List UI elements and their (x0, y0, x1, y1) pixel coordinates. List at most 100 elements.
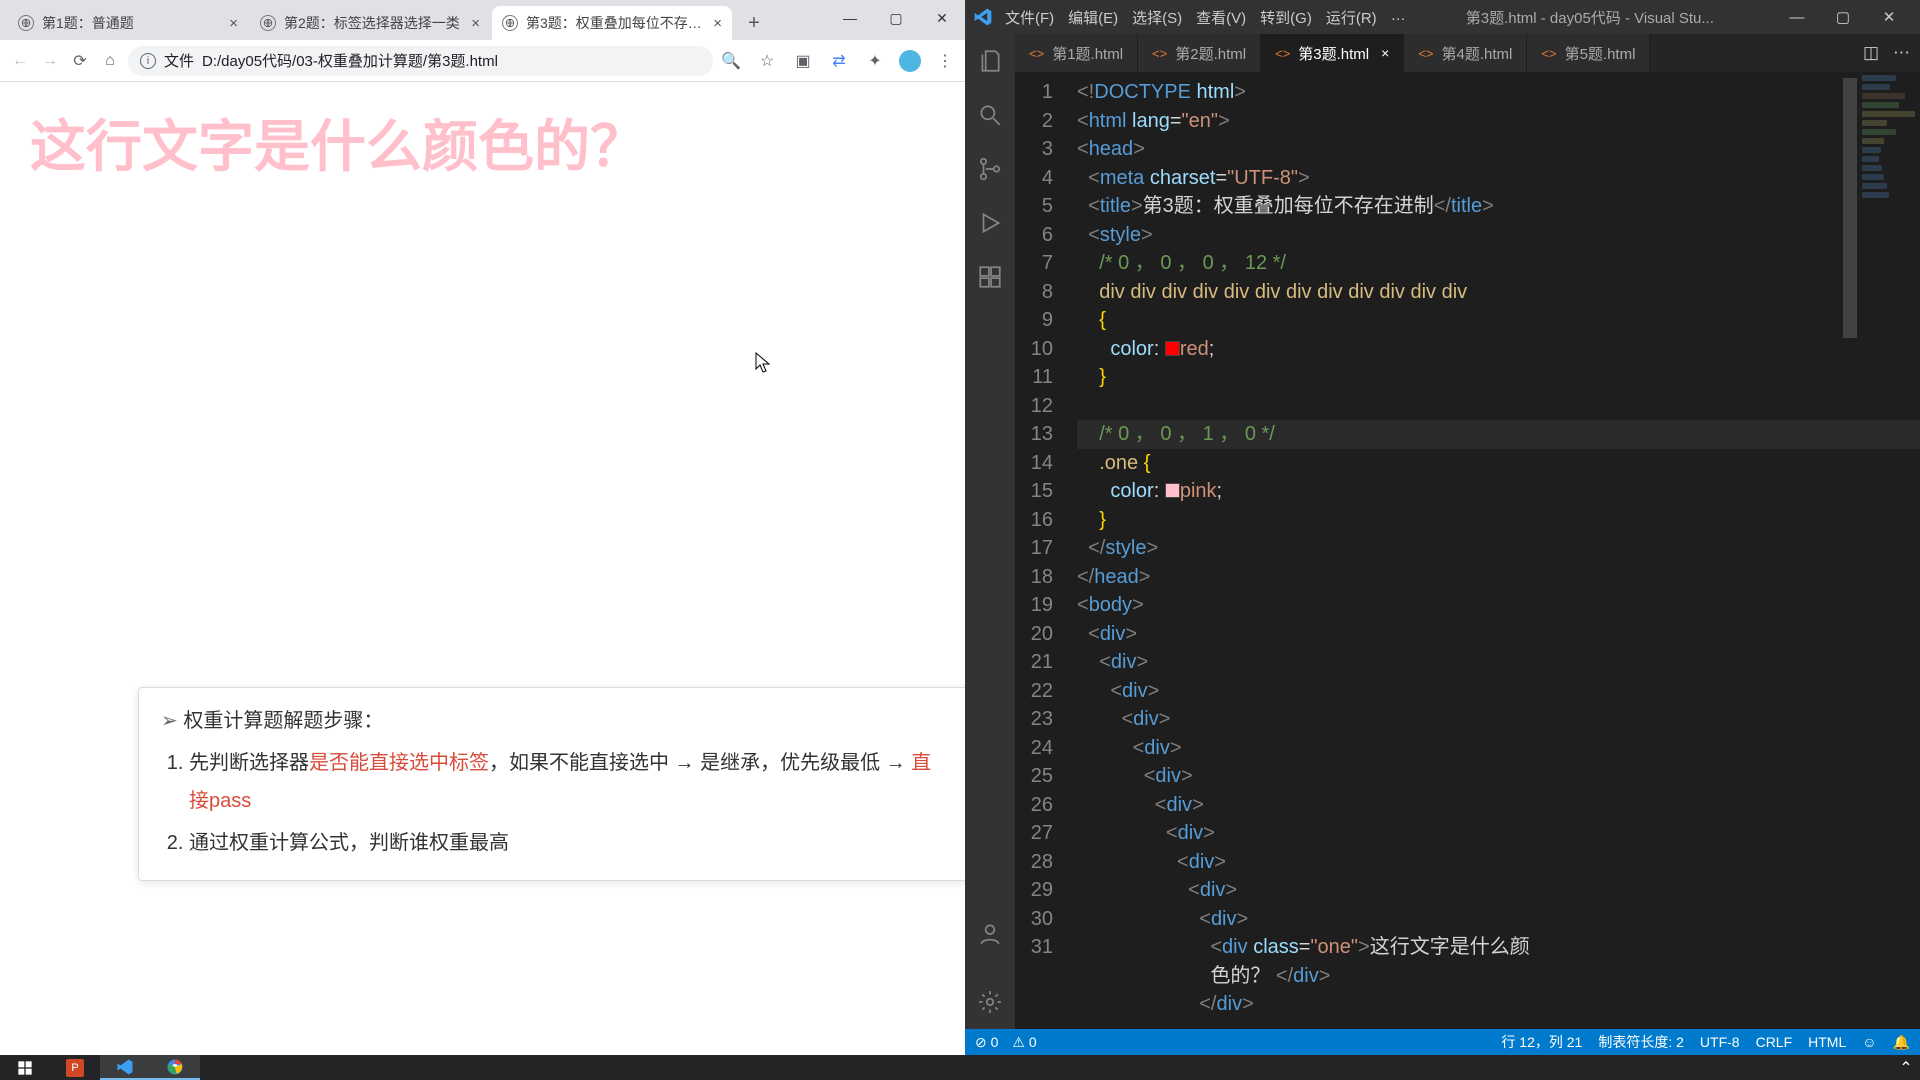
home-button[interactable]: ⌂ (98, 49, 122, 73)
close-button[interactable]: ✕ (1866, 0, 1912, 34)
globe-icon (18, 15, 34, 31)
html-file-icon: <> (1541, 46, 1556, 61)
toolbar-right: 🔍 ☆ ▣ ⇄ ✦ ⋮ (719, 49, 957, 73)
status-eol[interactable]: CRLF (1756, 1034, 1793, 1050)
chrome-window-controls: — ▢ ✕ (827, 0, 965, 40)
note-item-2: 通过权重计算公式，判断谁权重最高 (189, 824, 945, 862)
menu-run[interactable]: 运行(R) (1326, 7, 1377, 28)
profile-avatar[interactable] (899, 50, 921, 72)
vertical-scrollbar[interactable] (1843, 72, 1857, 1029)
status-language[interactable]: HTML (1808, 1034, 1846, 1050)
taskbar-powerpoint[interactable]: P (50, 1055, 100, 1080)
windows-taskbar: P ⌃ (0, 1055, 1920, 1080)
editor-tabs: <>第1题.html <>第2题.html <>第3题.html× <>第4题.… (1015, 34, 1920, 72)
editor-tab-3-active[interactable]: <>第3题.html× (1261, 34, 1404, 72)
maximize-button[interactable]: ▢ (1820, 0, 1866, 34)
gear-icon[interactable] (977, 989, 1003, 1015)
menu-file[interactable]: 文件(F) (1005, 7, 1054, 28)
address-text: D:/day05代码/03-权重叠加计算题/第3题.html (202, 50, 498, 71)
zoom-icon[interactable]: 🔍 (719, 49, 743, 73)
status-feedback-icon[interactable]: ☺ (1862, 1034, 1876, 1050)
activity-bar (965, 34, 1015, 1029)
close-icon[interactable]: × (713, 15, 722, 32)
editor-tab-2[interactable]: <>第2题.html (1138, 34, 1261, 72)
vscode-body: <>第1题.html <>第2题.html <>第3题.html× <>第4题.… (965, 34, 1920, 1029)
extensions-icon[interactable]: ✦ (863, 49, 887, 73)
html-file-icon: <> (1029, 46, 1044, 61)
note-title: 权重计算题解题步骤： (161, 702, 945, 740)
menu-selection[interactable]: 选择(S) (1132, 7, 1182, 28)
address-bar[interactable]: i 文件 D:/day05代码/03-权重叠加计算题/第3题.html (128, 46, 713, 76)
vscode-logo-icon (973, 7, 993, 27)
chrome-tab-1[interactable]: 第1题：普通题 × (8, 6, 248, 40)
close-icon[interactable]: × (1381, 45, 1389, 61)
code-editor[interactable]: 1234567891011121314151617181920212223242… (1015, 72, 1920, 1029)
chrome-toolbar: ← → ⟳ ⌂ i 文件 D:/day05代码/03-权重叠加计算题/第3题.h… (0, 40, 965, 82)
maximize-button[interactable]: ▢ (873, 0, 919, 36)
explorer-icon[interactable] (977, 48, 1003, 74)
forward-button[interactable]: → (38, 49, 62, 73)
vscode-window: 文件(F) 编辑(E) 选择(S) 查看(V) 转到(G) 运行(R) … 第3… (965, 0, 1920, 1055)
vscode-window-controls: — ▢ ✕ (1774, 0, 1912, 34)
status-bar: ⊘ 0 ⚠ 0 行 12，列 21 制表符长度: 2 UTF-8 CRLF HT… (965, 1029, 1920, 1055)
status-encoding[interactable]: UTF-8 (1700, 1034, 1740, 1050)
explanation-note: 权重计算题解题步骤： 先判断选择器是否能直接选中标签，如果不能直接选中 → 是继… (138, 687, 968, 881)
info-icon: i (140, 53, 156, 69)
menu-icon[interactable]: ⋮ (933, 49, 957, 73)
editor-area: <>第1题.html <>第2题.html <>第3题.html× <>第4题.… (1015, 34, 1920, 1029)
run-debug-icon[interactable] (977, 210, 1003, 236)
show-hidden-icons[interactable]: ⌃ (1898, 1060, 1914, 1076)
start-button[interactable] (0, 1055, 50, 1080)
camera-icon[interactable]: ▣ (791, 49, 815, 73)
html-file-icon: <> (1418, 46, 1433, 61)
minimap[interactable] (1858, 72, 1920, 292)
source-control-icon[interactable] (977, 156, 1003, 182)
editor-tab-1[interactable]: <>第1题.html (1015, 34, 1138, 72)
note-item-1: 先判断选择器是否能直接选中标签，如果不能直接选中 → 是继承，优先级最低 → 直… (189, 744, 945, 820)
menu-go[interactable]: 转到(G) (1260, 7, 1312, 28)
close-icon[interactable]: × (229, 15, 238, 32)
more-actions-icon[interactable]: ⋯ (1893, 43, 1910, 63)
star-icon[interactable]: ☆ (755, 49, 779, 73)
status-bell-icon[interactable]: 🔔 (1893, 1034, 1910, 1051)
status-warnings[interactable]: ⚠ 0 (1012, 1034, 1036, 1051)
account-icon[interactable] (977, 921, 1003, 947)
search-icon[interactable] (977, 102, 1003, 128)
editor-tab-4[interactable]: <>第4题.html (1404, 34, 1527, 72)
reload-button[interactable]: ⟳ (68, 49, 92, 73)
translate-icon[interactable]: ⇄ (827, 49, 851, 73)
chrome-tab-3-active[interactable]: 第3题：权重叠加每位不存在进制 × (492, 6, 732, 40)
html-file-icon: <> (1275, 46, 1290, 61)
globe-icon (502, 15, 518, 31)
taskbar-chrome[interactable] (150, 1055, 200, 1080)
taskbar-tray: ⌃ (1898, 1060, 1920, 1076)
address-prefix: 文件 (164, 50, 194, 71)
chrome-tabstrip: 第1题：普通题 × 第2题：标签选择器选择一类 × 第3题：权重叠加每位不存在进… (0, 0, 965, 40)
new-tab-button[interactable]: + (740, 9, 768, 37)
back-button[interactable]: ← (8, 49, 32, 73)
vscode-window-title: 第3题.html - day05代码 - Visual Stu... (1406, 7, 1774, 28)
status-errors[interactable]: ⊘ 0 (975, 1034, 998, 1051)
split-editor-icon[interactable]: ◫ (1863, 43, 1879, 63)
chrome-window: 第1题：普通题 × 第2题：标签选择器选择一类 × 第3题：权重叠加每位不存在进… (0, 0, 965, 1055)
menu-edit[interactable]: 编辑(E) (1068, 7, 1118, 28)
globe-icon (260, 15, 276, 31)
menu-view[interactable]: 查看(V) (1196, 7, 1246, 28)
minimize-button[interactable]: — (1774, 0, 1820, 34)
close-icon[interactable]: × (471, 15, 480, 32)
taskbar-vscode[interactable] (100, 1055, 150, 1080)
close-button[interactable]: ✕ (919, 0, 965, 36)
minimize-button[interactable]: — (827, 0, 873, 36)
menu-more[interactable]: … (1391, 7, 1406, 28)
page-content: 这行文字是什么颜色的？ 权重计算题解题步骤： 先判断选择器是否能直接选中标签，如… (0, 82, 965, 1055)
html-file-icon: <> (1152, 46, 1167, 61)
editor-tab-5[interactable]: <>第5题.html (1527, 34, 1650, 72)
extensions-icon[interactable] (977, 264, 1003, 290)
editor-actions: ◫ ⋯ (1853, 34, 1920, 72)
vscode-menubar: 文件(F) 编辑(E) 选择(S) 查看(V) 转到(G) 运行(R) … (1005, 7, 1406, 28)
chrome-tab-2[interactable]: 第2题：标签选择器选择一类 × (250, 6, 490, 40)
code-content: <!DOCTYPE html><html lang="en"><head> <m… (1069, 72, 1920, 1029)
status-tabsize[interactable]: 制表符长度: 2 (1598, 1032, 1684, 1052)
page-heading: 这行文字是什么颜色的？ (30, 102, 935, 183)
status-position[interactable]: 行 12，列 21 (1501, 1032, 1582, 1052)
